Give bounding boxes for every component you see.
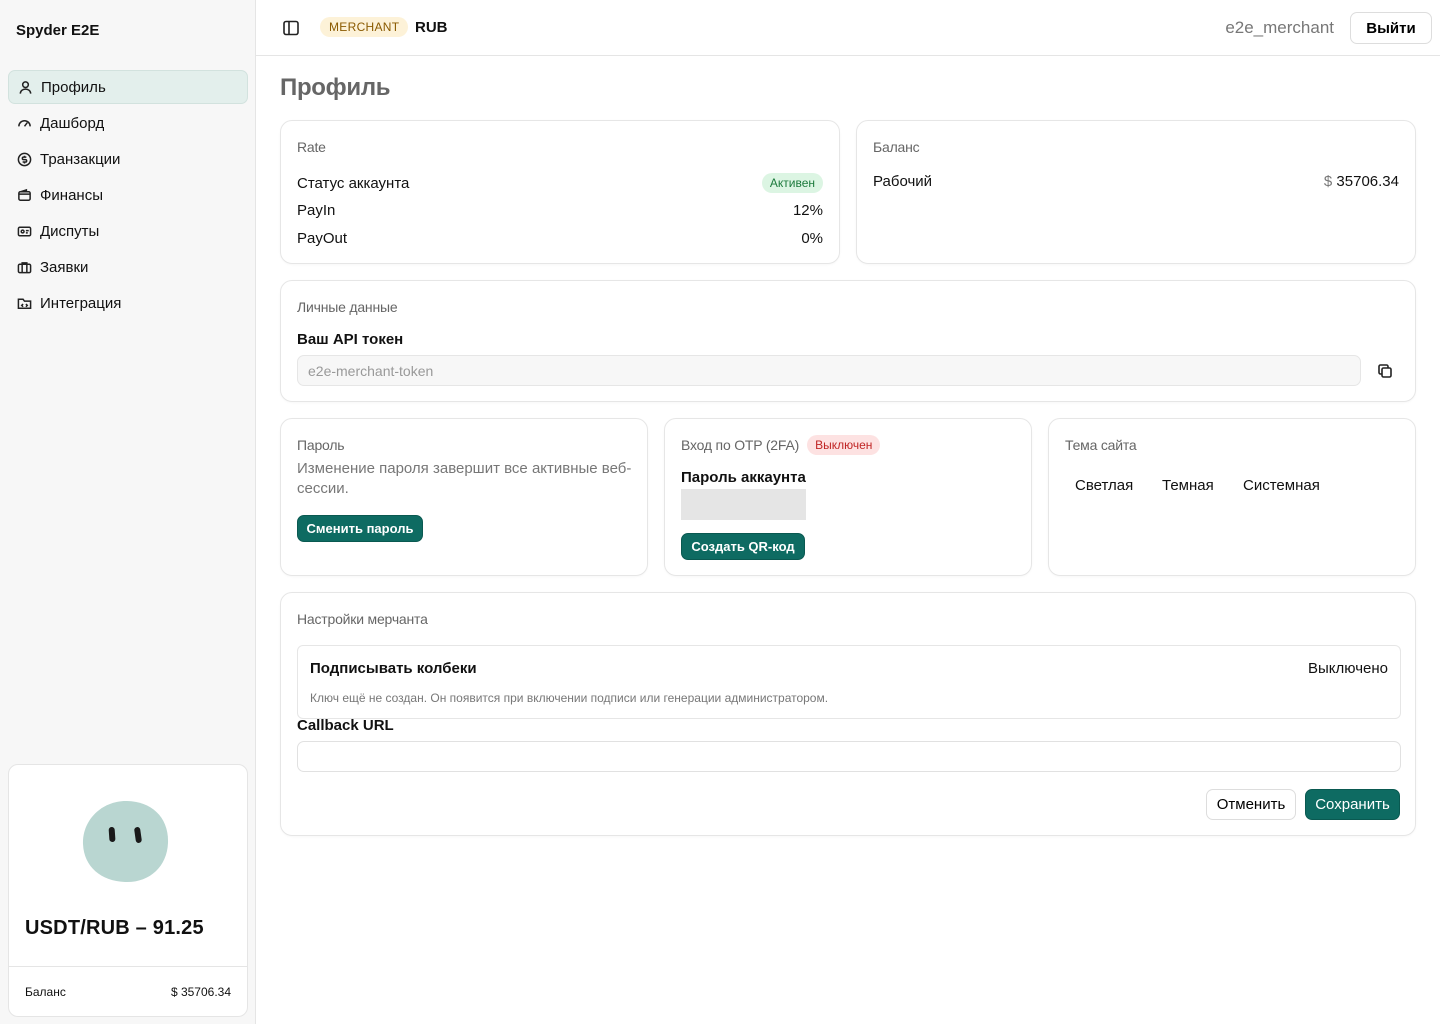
callback-url-label: Callback URL [297, 717, 394, 734]
mascot-icon [82, 801, 169, 883]
callback-url-input[interactable] [297, 741, 1401, 772]
account-status-row: Статус аккаунта Активен [297, 173, 823, 193]
exchange-rate-card: USDT/RUB – 91.25 Баланс $ 35706.34 [8, 764, 248, 1017]
account-password-field[interactable] [681, 489, 806, 520]
sidebar-item-disputes[interactable]: Диспуты [8, 214, 248, 248]
copy-icon[interactable] [1377, 363, 1393, 379]
theme-option-dark[interactable]: Темная [1162, 477, 1214, 494]
sidebar-item-label: Транзакции [40, 150, 121, 168]
sidebar-balance: Баланс $ 35706.34 [9, 966, 247, 1016]
rate-card-title: Rate [297, 139, 326, 155]
status-badge: Активен [761, 173, 823, 193]
create-qr-button[interactable]: Создать QR-код [681, 533, 805, 560]
account-password-label: Пароль аккаунта [681, 469, 806, 486]
api-token-label: Ваш API токен [297, 331, 404, 348]
merchant-settings-title: Настройки мерчанта [297, 611, 428, 627]
cancel-button[interactable]: Отменить [1206, 789, 1296, 820]
sign-callbacks-toggle[interactable]: Выключено [1308, 660, 1388, 677]
page-title: Профиль [280, 74, 391, 101]
sidebar-balance-value: $ 35706.34 [170, 984, 231, 999]
sign-callbacks-hint: Ключ ещё не создан. Он появится при вклю… [310, 691, 829, 705]
api-token-value: e2e-merchant-token [308, 362, 434, 379]
username: e2e_merchant [1225, 18, 1334, 37]
sidebar-item-dashboard[interactable]: Дашборд [8, 106, 248, 140]
work-balance-label: Рабочий [873, 173, 933, 190]
sign-callbacks-box: Подписывать колбеки Выключено Ключ ещё н… [297, 645, 1401, 719]
balance-card-title: Баланс [873, 139, 920, 155]
password-description: Изменение пароля завершит все активные в… [297, 460, 632, 497]
sidebar-item-integration[interactable]: Интеграция [8, 286, 248, 320]
balance-card: Баланс Рабочий $ 35706.34 [856, 120, 1416, 264]
theme-title: Тема сайта [1065, 437, 1137, 453]
payin-row: PayIn 12% [297, 202, 823, 219]
exchange-rate: USDT/RUB – 91.25 [25, 917, 204, 939]
payout-label: PayOut [297, 230, 348, 247]
password-card: Пароль Изменение пароля завершит все акт… [280, 418, 648, 576]
currency-sign: $ [1323, 173, 1333, 190]
payin-value: 12% [792, 202, 823, 219]
sidebar-item-requests[interactable]: Заявки [8, 250, 248, 284]
password-title: Пароль [297, 437, 345, 453]
payout-value: 0% [801, 230, 823, 247]
personal-data-card: Личные данные Ваш API токен e2e-merchant… [280, 280, 1416, 402]
work-balance-value: 35706.34 [1336, 173, 1399, 190]
payin-label: PayIn [297, 202, 336, 219]
sidebar-item-label: Финансы [40, 186, 103, 204]
merchant-settings-card: Настройки мерчанта Подписывать колбеки В… [280, 592, 1416, 836]
sidebar-item-profile[interactable]: Профиль [8, 70, 248, 104]
folder-icon [16, 295, 32, 311]
sidebar-toggle-icon[interactable] [282, 19, 300, 37]
dollar-circle-icon [16, 151, 32, 167]
work-balance-row: Рабочий $ 35706.34 [873, 173, 1399, 190]
change-password-button[interactable]: Сменить пароль [297, 515, 423, 542]
otp-card: Вход по OTP (2FA) Выключен Пароль аккаун… [664, 418, 1032, 576]
sidebar-item-label: Заявки [40, 258, 89, 276]
wallet-icon [16, 187, 32, 203]
sign-callbacks-label: Подписывать колбеки [310, 660, 477, 677]
sidebar-balance-label: Баланс [25, 984, 66, 999]
sidebar-item-label: Профиль [41, 78, 106, 96]
ticket-icon [16, 223, 32, 239]
theme-card: Тема сайта Светлая Темная Системная [1048, 418, 1416, 576]
api-token-field[interactable]: e2e-merchant-token [297, 355, 1361, 386]
top-header: MERCHANT RUB e2e_merchant Выйти [256, 0, 1440, 56]
work-balance-amount: $ 35706.34 [1324, 173, 1399, 190]
user-icon [17, 79, 33, 95]
sidebar-item-transactions[interactable]: Транзакции [8, 142, 248, 176]
logout-button[interactable]: Выйти [1350, 12, 1432, 44]
otp-title: Вход по OTP (2FA) [681, 437, 800, 453]
sidebar-item-label: Диспуты [40, 222, 100, 240]
sidebar: Spyder E2E Профиль Дашборд Транзакции Фи… [0, 0, 256, 1024]
sidebar-item-finance[interactable]: Финансы [8, 178, 248, 212]
account-status-label: Статус аккаунта [297, 174, 410, 192]
otp-status-badge: Выключен [807, 435, 881, 455]
theme-option-light[interactable]: Светлая [1075, 477, 1133, 494]
currency-label: RUB [415, 19, 448, 36]
sidebar-nav: Профиль Дашборд Транзакции Финансы Диспу… [8, 70, 248, 322]
otp-header: Вход по OTP (2FA) Выключен [681, 435, 881, 455]
payout-row: PayOut 0% [297, 230, 823, 247]
role-badge: MERCHANT [320, 17, 409, 37]
brand-name: Spyder E2E [16, 22, 100, 39]
theme-option-system[interactable]: Системная [1243, 477, 1320, 494]
rate-card: Rate Статус аккаунта Активен PayIn 12% P… [280, 120, 840, 264]
briefcase-icon [16, 259, 32, 275]
save-button[interactable]: Сохранить [1305, 789, 1400, 820]
sidebar-item-label: Интеграция [40, 294, 122, 312]
sidebar-item-label: Дашборд [40, 114, 105, 132]
gauge-icon [16, 115, 32, 131]
personal-data-title: Личные данные [297, 299, 398, 315]
